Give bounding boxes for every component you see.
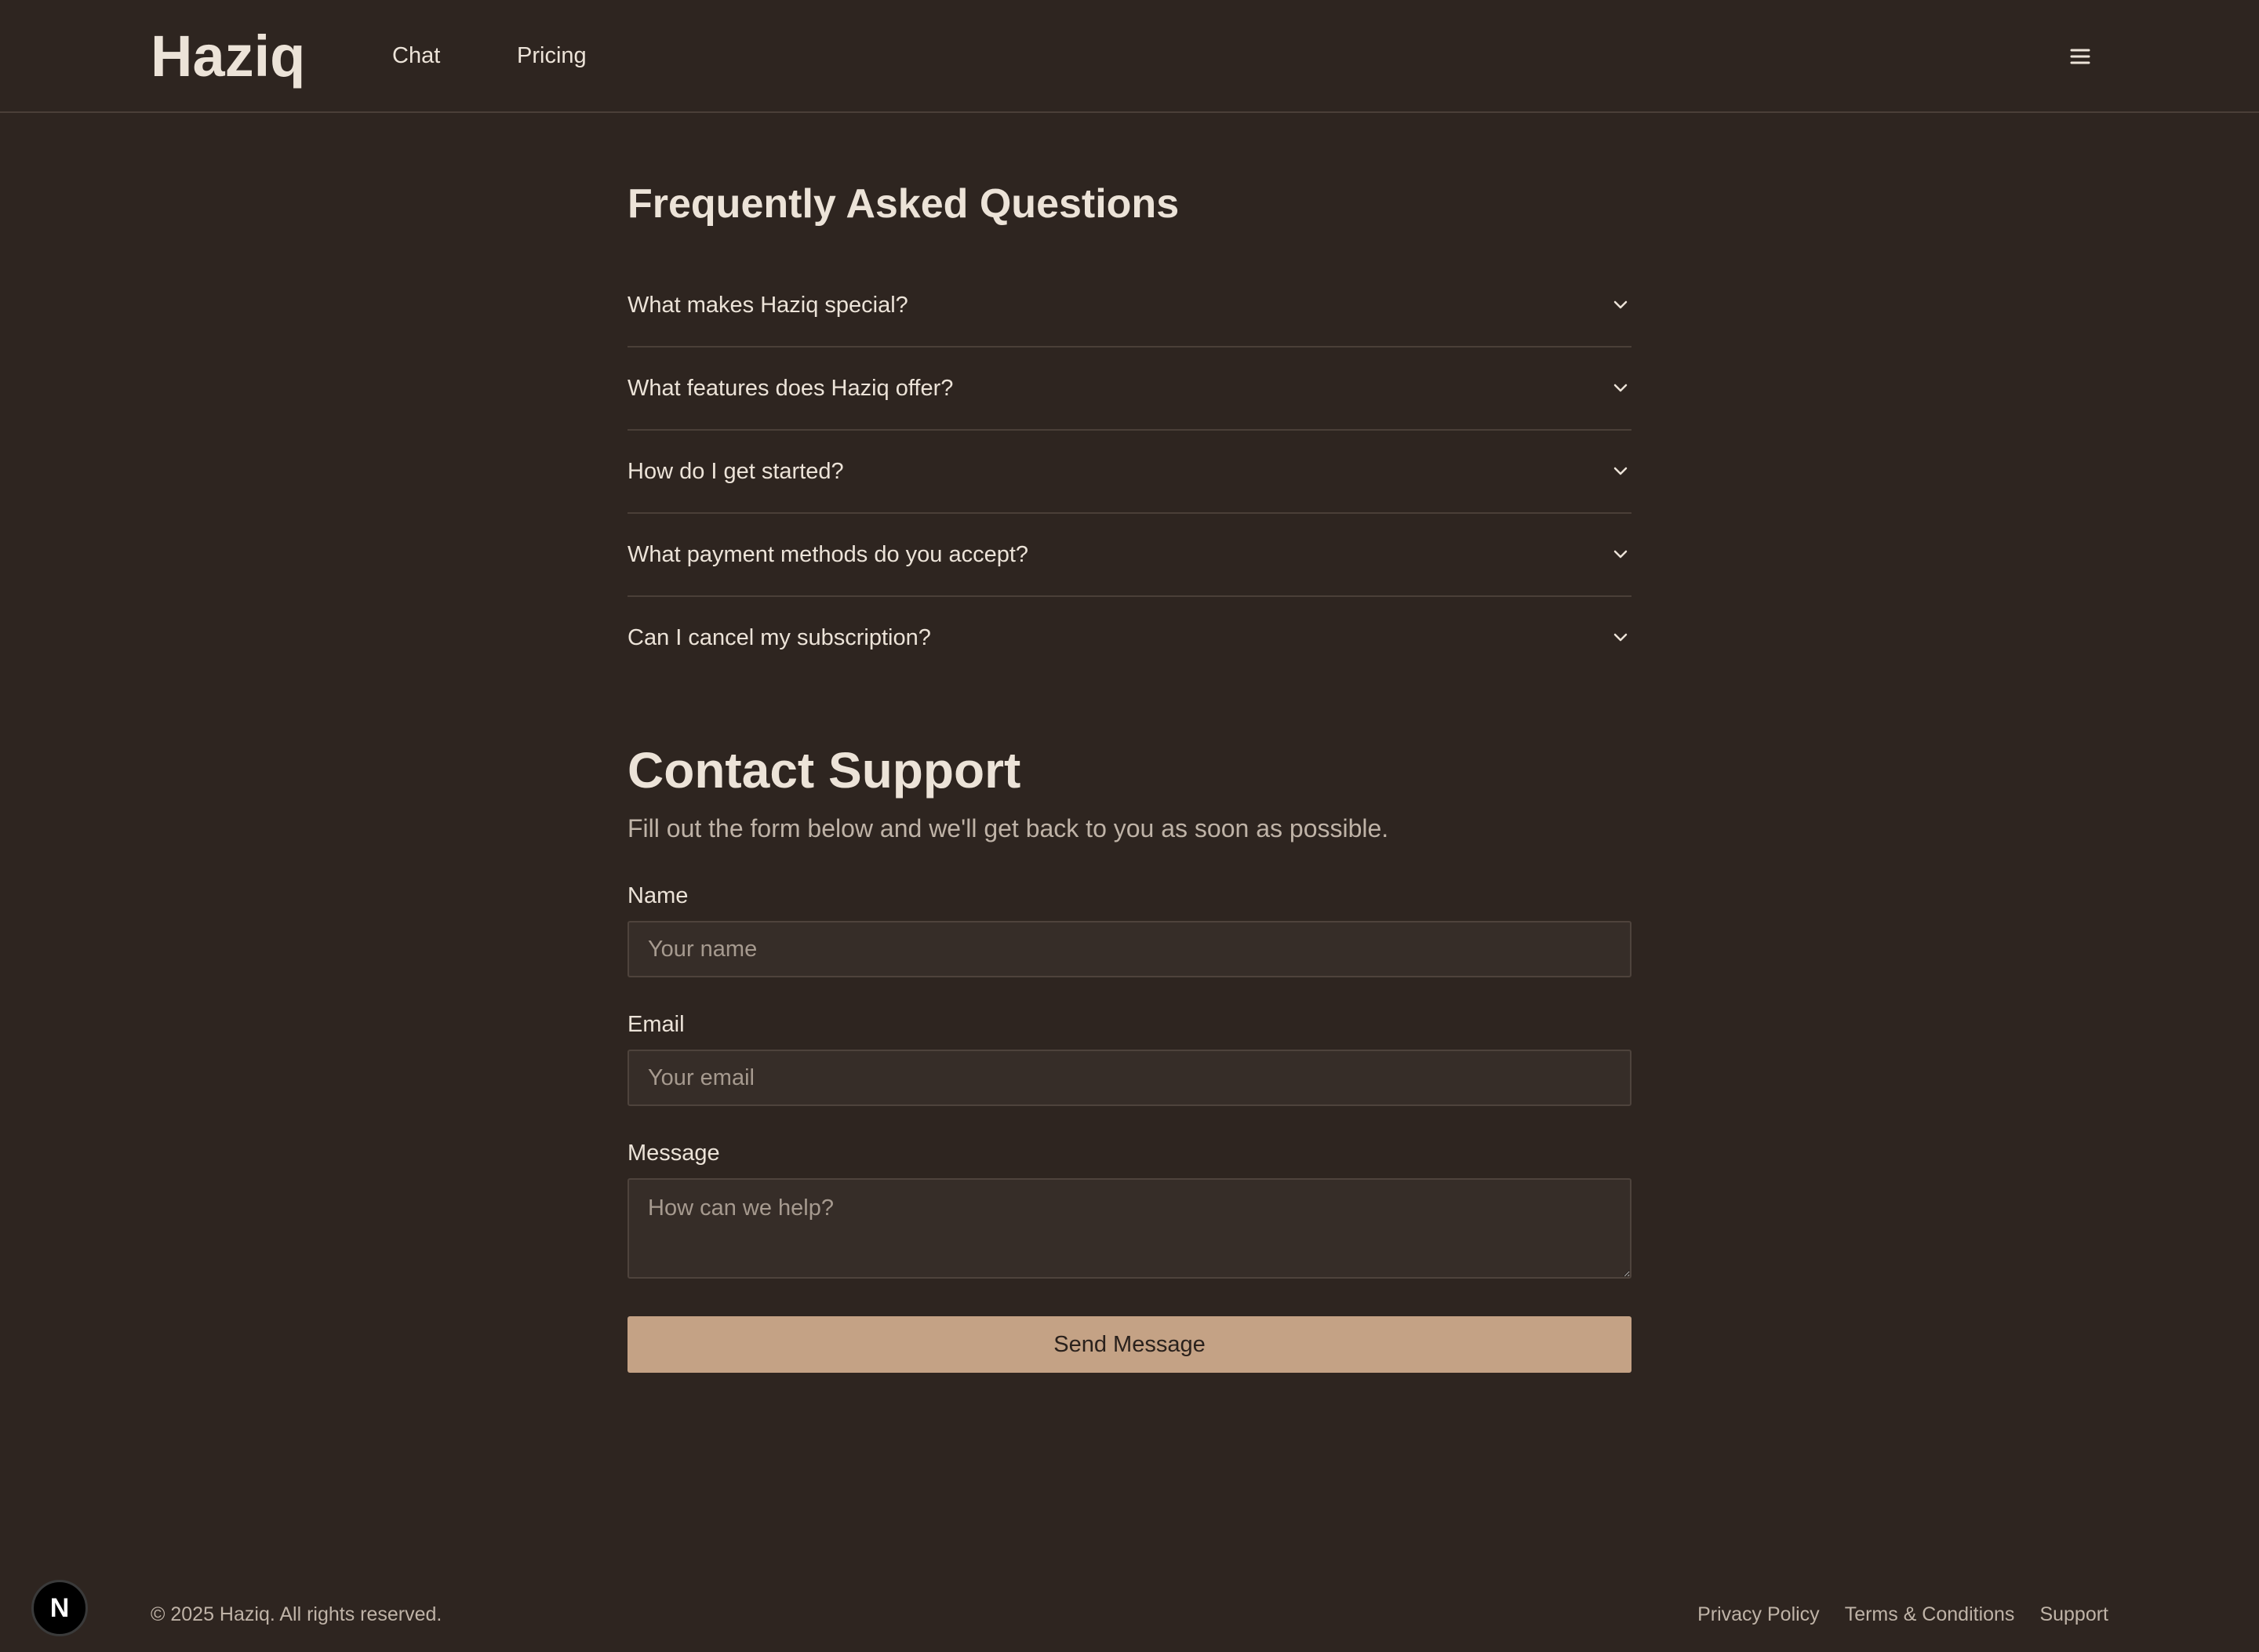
message-label: Message [628, 1141, 720, 1166]
email-input[interactable] [628, 1050, 1632, 1106]
faq-list: What makes Haziq special? What features … [628, 264, 1632, 680]
faq-question: Can I cancel my subscription? [628, 625, 931, 650]
chevron-down-icon [1610, 627, 1632, 649]
chevron-down-icon [1610, 460, 1632, 482]
footer-copyright: © 2025 Haziq. All rights reserved. [151, 1603, 442, 1625]
faq-item[interactable]: What makes Haziq special? [628, 264, 1632, 348]
message-textarea[interactable] [628, 1178, 1632, 1279]
name-label: Name [628, 883, 689, 908]
faq-item[interactable]: How do I get started? [628, 431, 1632, 514]
faq-item[interactable]: What payment methods do you accept? [628, 514, 1632, 597]
nextjs-logo-icon[interactable]: N [31, 1580, 88, 1636]
site-logo[interactable]: Haziq [151, 20, 305, 93]
nav-link-pricing[interactable]: Pricing [517, 39, 587, 72]
site-header: Haziq Chat Pricing [0, 0, 2259, 113]
footer-links: Privacy Policy Terms & Conditions Suppor… [1697, 1600, 2108, 1628]
faq-question: What payment methods do you accept? [628, 542, 1029, 567]
name-input[interactable] [628, 921, 1632, 977]
faq-question: How do I get started? [628, 459, 844, 484]
contact-subtitle: Fill out the form below and we'll get ba… [628, 814, 1389, 842]
footer-link-privacy-policy[interactable]: Privacy Policy [1697, 1600, 1820, 1628]
nav-link-chat[interactable]: Chat [392, 39, 440, 72]
faq-title: Frequently Asked Questions [628, 181, 1180, 227]
footer-link-terms[interactable]: Terms & Conditions [1845, 1600, 2015, 1628]
contact-title: Contact Support [628, 742, 1021, 799]
hamburger-menu-icon[interactable] [2064, 41, 2096, 72]
faq-question: What makes Haziq special? [628, 293, 908, 318]
faq-item[interactable]: Can I cancel my subscription? [628, 597, 1632, 680]
send-message-button[interactable]: Send Message [628, 1316, 1632, 1373]
chevron-down-icon [1610, 377, 1632, 399]
chevron-down-icon [1610, 544, 1632, 566]
email-label: Email [628, 1012, 685, 1037]
faq-question: What features does Haziq offer? [628, 376, 954, 401]
chevron-down-icon [1610, 294, 1632, 316]
faq-item[interactable]: What features does Haziq offer? [628, 348, 1632, 431]
footer-link-support[interactable]: Support [2039, 1600, 2108, 1628]
